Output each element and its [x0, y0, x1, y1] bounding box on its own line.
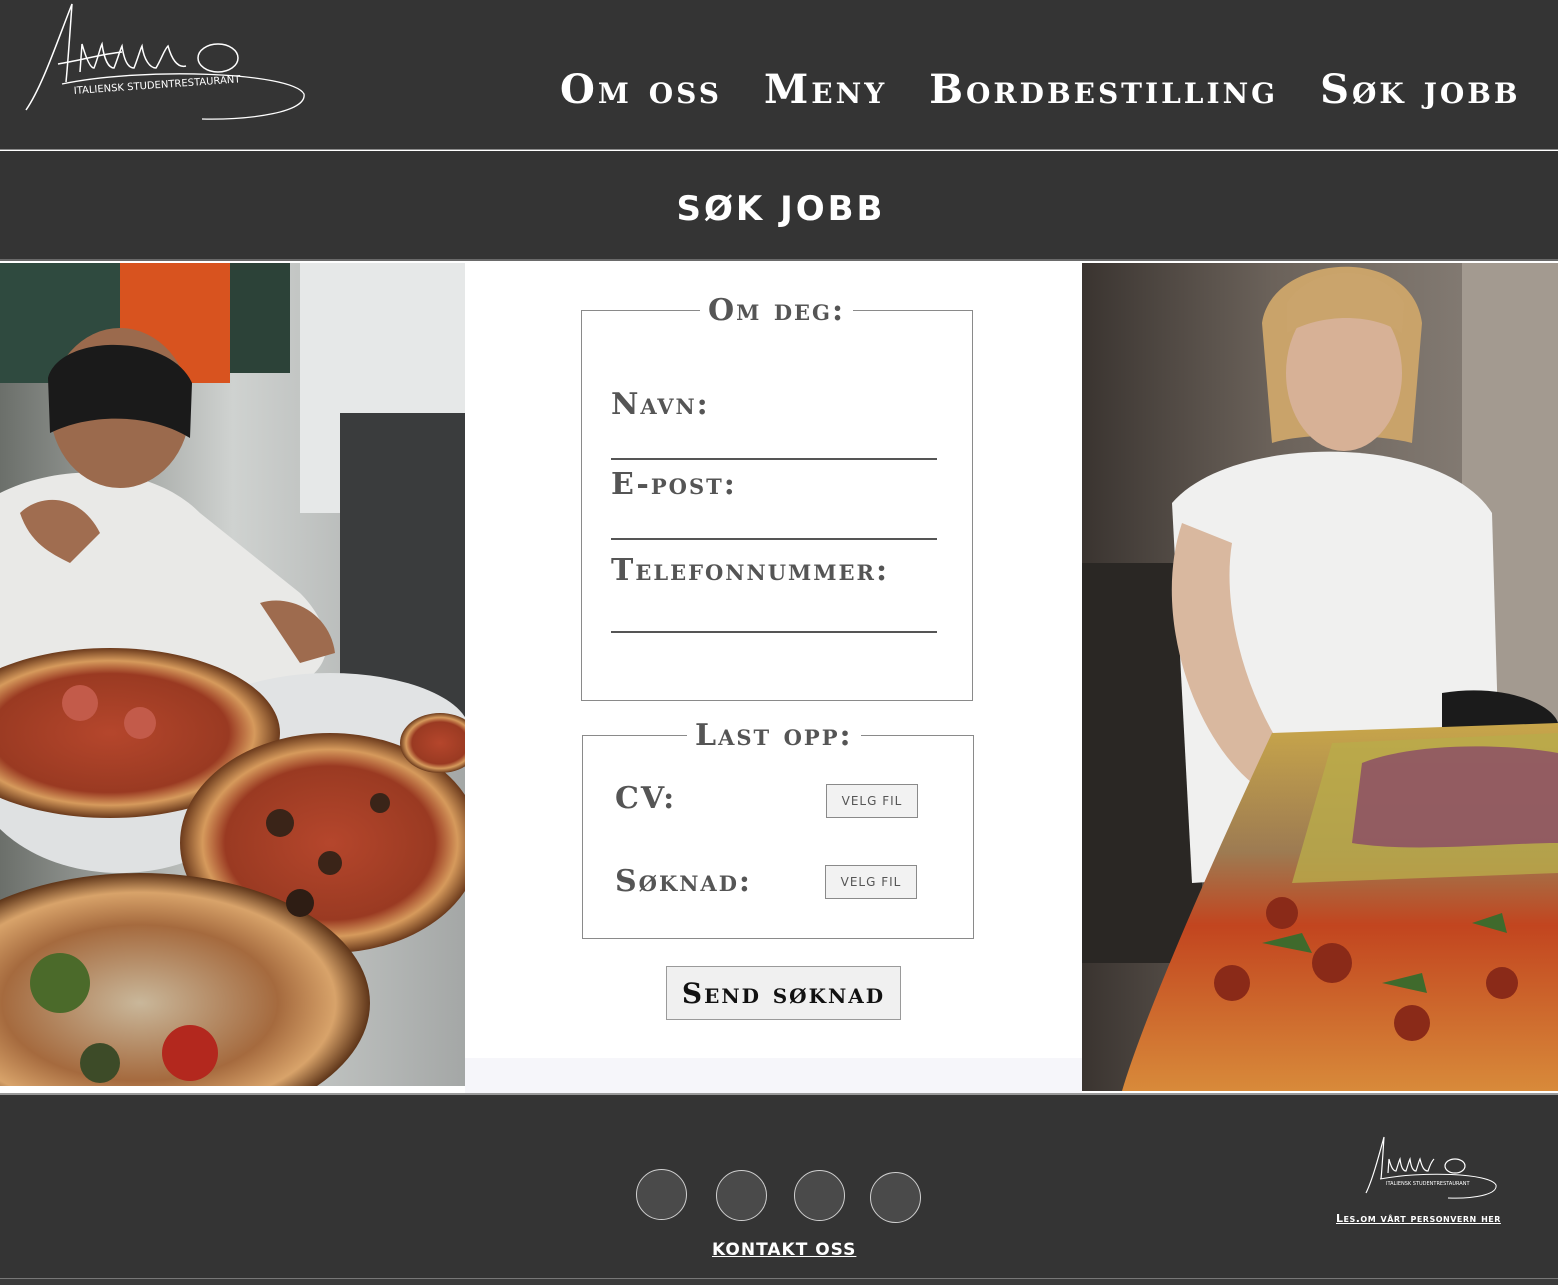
- chef-pizza-photo: [0, 263, 465, 1086]
- main-content: Om deg: Navn: E-post: Telefonnummer: Las…: [0, 263, 1558, 1093]
- brand-logo[interactable]: ITALIENSK STUDENTRESTAURANT: [22, 2, 312, 127]
- cv-label: CV:: [615, 781, 677, 816]
- center-panel-bottom: [465, 1058, 1082, 1093]
- footer-logo-tagline: ITALIENSK STUDENTRESTAURANT: [1386, 1181, 1470, 1187]
- nav-bordbestilling[interactable]: Bordbestilling: [929, 68, 1278, 112]
- footer-logo[interactable]: ITALIENSK STUDENTRESTAURANT: [1362, 1135, 1502, 1205]
- contact-link[interactable]: KONTAKT OSS: [712, 1240, 856, 1260]
- social-icon-4[interactable]: [870, 1172, 921, 1223]
- application-file-button[interactable]: VELG FIL: [825, 865, 917, 899]
- upload-legend: Last opp:: [695, 718, 853, 753]
- upload-fieldset: Last opp:: [582, 718, 974, 939]
- site-footer: KONTAKT OSS ITALIENSK STUDENTRESTAURANT …: [0, 1093, 1558, 1285]
- nav-meny[interactable]: Meny: [764, 68, 887, 112]
- main-nav: Om oss Meny Bordbestilling Søk jobb: [560, 68, 1521, 112]
- social-icon-3[interactable]: [794, 1170, 845, 1221]
- cv-file-button[interactable]: VELG FIL: [826, 784, 918, 818]
- privacy-link[interactable]: Les.om vårt personvern her: [1336, 1212, 1501, 1225]
- page-bottom-edge: [0, 1278, 1558, 1285]
- nav-sok-jobb[interactable]: Søk jobb: [1320, 68, 1521, 112]
- social-icon-2[interactable]: [716, 1170, 767, 1221]
- email-input[interactable]: [611, 538, 937, 540]
- name-label: Navn:: [611, 387, 710, 422]
- name-input[interactable]: [611, 458, 937, 460]
- server-pizza-photo: [1082, 263, 1558, 1091]
- phone-label: Telefonnummer:: [611, 553, 890, 588]
- page-title: SØK JOBB: [676, 189, 886, 229]
- about-you-legend: Om deg:: [708, 293, 846, 328]
- nav-om-oss[interactable]: Om oss: [560, 68, 722, 112]
- email-label: E-post:: [611, 467, 737, 502]
- social-icon-1[interactable]: [636, 1169, 687, 1220]
- phone-input[interactable]: [611, 631, 937, 633]
- site-header: ITALIENSK STUDENTRESTAURANT Om oss Meny …: [0, 0, 1558, 150]
- application-label: Søknad:: [615, 864, 752, 899]
- page-title-bar: SØK JOBB: [0, 151, 1558, 261]
- send-application-button[interactable]: Send søknad: [666, 966, 901, 1020]
